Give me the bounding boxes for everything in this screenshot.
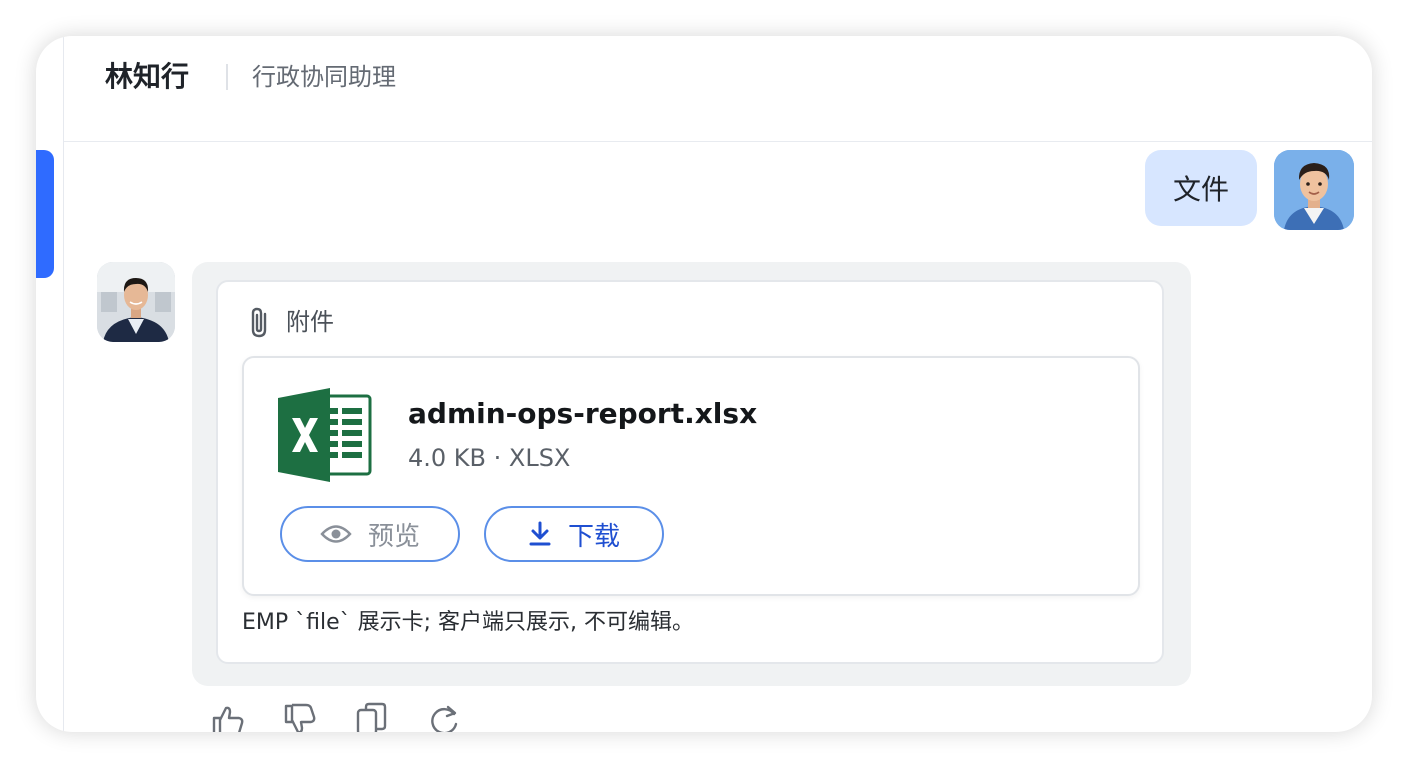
download-button[interactable]: 下载: [484, 506, 664, 562]
thumbs-down-icon[interactable]: [282, 702, 318, 732]
assistant-avatar-photo: [97, 262, 175, 342]
assistant-name: 林知行: [105, 60, 190, 93]
header-divider: [226, 64, 228, 90]
download-icon: [529, 521, 551, 546]
chat-window: 林知行 行政协同助理 文件 附件 admin-ops-report.xlsx 4…: [36, 36, 1372, 732]
assistant-avatar[interactable]: [97, 262, 175, 342]
assistant-message-bubble: 附件 admin-ops-report.xlsx 4.0 KB · XLSX 预…: [192, 262, 1191, 686]
excel-file-icon: [278, 388, 374, 482]
user-message-bubble: 文件: [1145, 150, 1257, 226]
file-card[interactable]: admin-ops-report.xlsx 4.0 KB · XLSX 预览 下…: [242, 356, 1140, 596]
file-name: admin-ops-report.xlsx: [408, 397, 758, 430]
file-meta: 4.0 KB · XLSX: [408, 444, 571, 472]
thumbs-up-icon[interactable]: [210, 702, 246, 732]
attachment-label: 附件: [286, 308, 334, 336]
paperclip-icon: [246, 305, 272, 339]
preview-button-label: 预览: [367, 521, 420, 552]
assistant-role: 行政协同助理: [252, 63, 396, 91]
screen: 林知行 行政协同助理 文件 附件 admin-ops-report.xlsx 4…: [0, 0, 1408, 768]
user-avatar-illustration: [1274, 150, 1354, 230]
attachment-header: 附件: [246, 304, 334, 340]
copy-icon[interactable]: [354, 702, 390, 732]
attachment-caption: EMP `file` 展示卡; 客户端只展示, 不可编辑。: [242, 610, 695, 635]
refresh-icon[interactable]: [426, 702, 462, 732]
download-button-label: 下载: [567, 521, 620, 552]
preview-button[interactable]: 预览: [280, 506, 460, 562]
attachment-container: 附件 admin-ops-report.xlsx 4.0 KB · XLSX 预…: [216, 280, 1164, 664]
active-conversation-indicator: [36, 150, 54, 278]
chat-header: 林知行 行政协同助理: [64, 36, 1372, 142]
message-actions: [210, 702, 498, 732]
eye-icon: [320, 525, 352, 543]
user-avatar[interactable]: [1274, 150, 1354, 230]
